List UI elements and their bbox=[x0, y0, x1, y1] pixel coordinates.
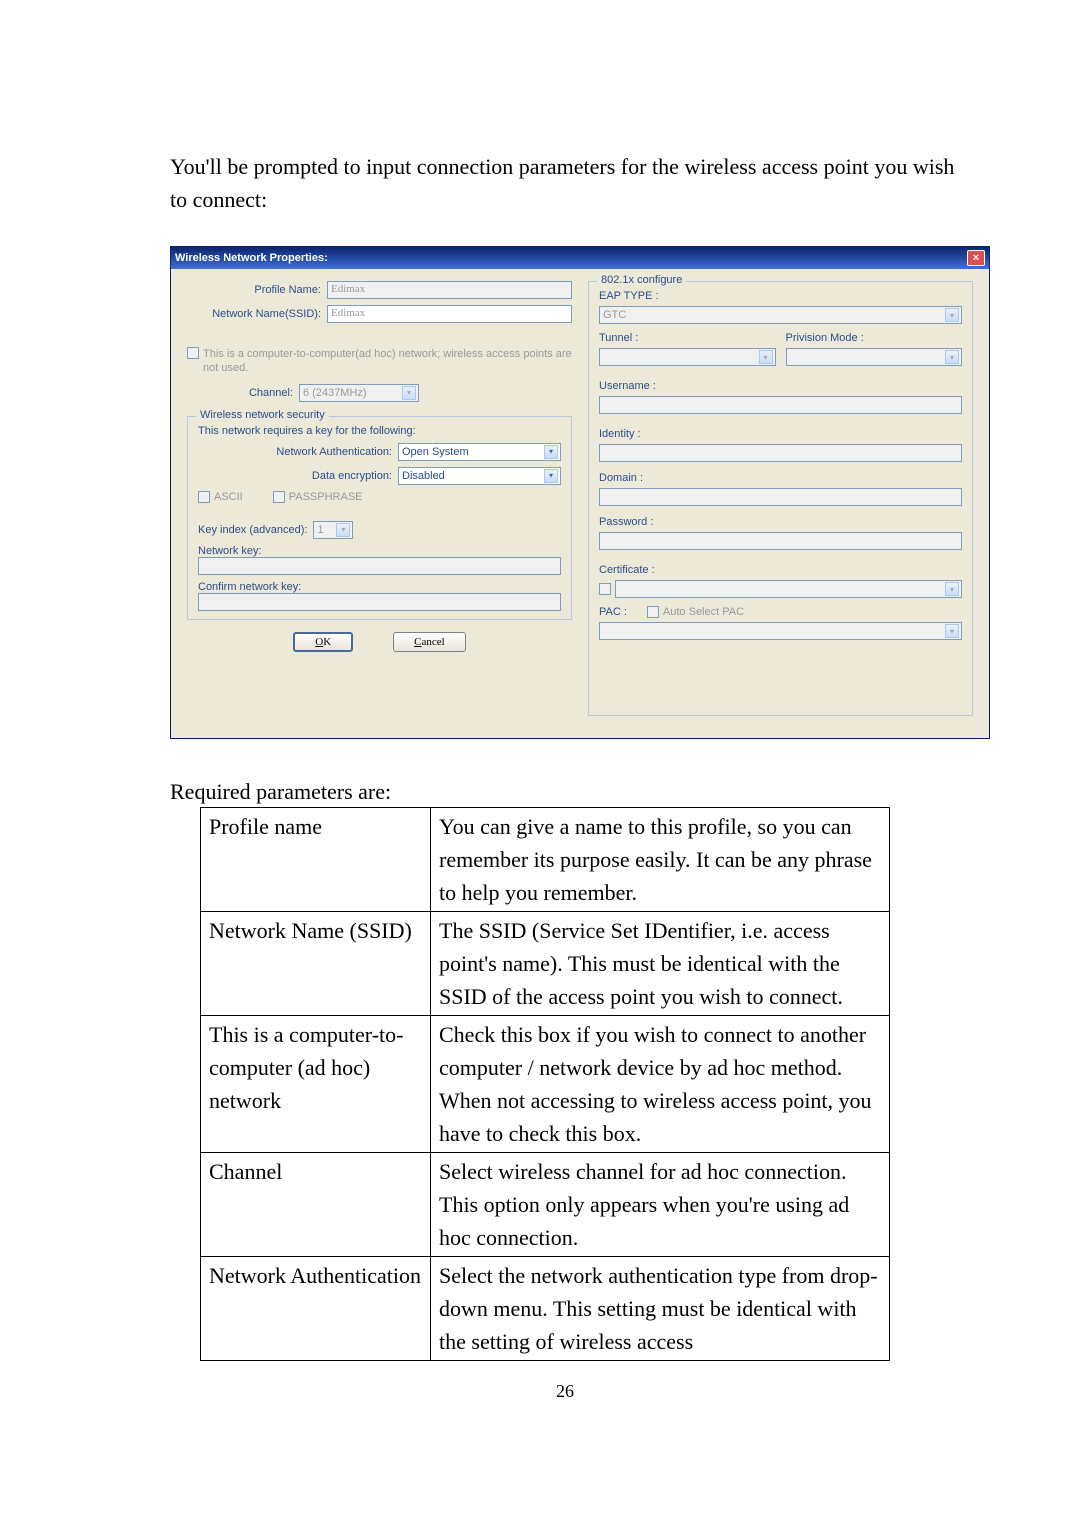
username-input[interactable] bbox=[599, 396, 962, 414]
table-row: This is a computer-to-computer (ad hoc) … bbox=[201, 1016, 890, 1153]
privision-label: Privision Mode : bbox=[786, 332, 963, 344]
ok-button[interactable]: OK bbox=[293, 632, 353, 652]
profile-name-label: Profile Name: bbox=[187, 284, 327, 296]
netauth-label: Network Authentication: bbox=[198, 446, 398, 458]
table-row: Network AuthenticationSelect the network… bbox=[201, 1257, 890, 1361]
chevron-down-icon: ▾ bbox=[544, 469, 558, 483]
adhoc-label: This is a computer-to-computer(ad hoc) n… bbox=[203, 347, 572, 376]
page-number: 26 bbox=[170, 1381, 960, 1402]
cell: Select the network authentication type f… bbox=[431, 1257, 890, 1361]
ascii-checkbox[interactable] bbox=[198, 491, 210, 503]
table-row: Network Name (SSID)The SSID (Service Set… bbox=[201, 912, 890, 1016]
cell: The SSID (Service Set IDentifier, i.e. a… bbox=[431, 912, 890, 1016]
netkey-input[interactable] bbox=[198, 557, 561, 575]
eaptype-value: GTC bbox=[603, 309, 626, 321]
eaptype-select[interactable]: GTC ▾ bbox=[599, 306, 962, 324]
tunnel-select[interactable]: ▾ bbox=[599, 348, 776, 366]
chevron-down-icon: ▾ bbox=[945, 350, 959, 364]
dataenc-value: Disabled bbox=[402, 470, 445, 482]
chevron-down-icon: ▾ bbox=[759, 350, 773, 364]
channel-label: Channel: bbox=[187, 387, 299, 399]
identity-label: Identity : bbox=[599, 428, 962, 440]
cell: Check this box if you wish to connect to… bbox=[431, 1016, 890, 1153]
security-desc: This network requires a key for the foll… bbox=[198, 425, 561, 437]
channel-select[interactable]: 6 (2437MHz) ▾ bbox=[299, 384, 419, 402]
keyindex-select[interactable]: 1 ▾ bbox=[313, 521, 353, 539]
password-label: Password : bbox=[599, 516, 962, 528]
confirmkey-label: Confirm network key: bbox=[198, 581, 561, 593]
cert-label: Certificate : bbox=[599, 564, 962, 576]
identity-input[interactable] bbox=[599, 444, 962, 462]
autopac-label: Auto Select PAC bbox=[663, 606, 744, 618]
chevron-down-icon: ▾ bbox=[544, 445, 558, 459]
adhoc-checkbox[interactable] bbox=[187, 347, 199, 359]
chevron-down-icon: ▾ bbox=[402, 386, 416, 400]
ssid-label: Network Name(SSID): bbox=[187, 308, 327, 320]
privision-select[interactable]: ▾ bbox=[786, 348, 963, 366]
dataenc-select[interactable]: Disabled ▾ bbox=[398, 467, 561, 485]
netkey-label: Network key: bbox=[198, 545, 561, 557]
username-label: Username : bbox=[599, 380, 962, 392]
cell: Channel bbox=[201, 1153, 431, 1257]
security-group-label: Wireless network security bbox=[196, 409, 329, 421]
cell: Network Name (SSID) bbox=[201, 912, 431, 1016]
channel-value: 6 (2437MHz) bbox=[303, 387, 367, 399]
required-heading: Required parameters are: bbox=[170, 779, 960, 805]
titlebar: Wireless Network Properties: × bbox=[171, 247, 989, 269]
ssid-input[interactable]: Edimax bbox=[327, 305, 572, 323]
pac-select[interactable]: ▾ bbox=[599, 622, 962, 640]
cell: Network Authentication bbox=[201, 1257, 431, 1361]
chevron-down-icon: ▾ bbox=[945, 308, 959, 322]
domain-input[interactable] bbox=[599, 488, 962, 506]
wireless-properties-dialog: Wireless Network Properties: × Profile N… bbox=[170, 246, 990, 739]
eaptype-label: EAP TYPE : bbox=[599, 290, 962, 302]
dataenc-label: Data encryption: bbox=[198, 470, 398, 482]
profile-name-input[interactable]: Edimax bbox=[327, 281, 572, 299]
chevron-down-icon: ▾ bbox=[945, 582, 959, 596]
cell: This is a computer-to-computer (ad hoc) … bbox=[201, 1016, 431, 1153]
passphrase-checkbox[interactable] bbox=[273, 491, 285, 503]
chevron-down-icon: ▾ bbox=[336, 523, 350, 537]
cert-checkbox[interactable] bbox=[599, 583, 611, 595]
confirmkey-input[interactable] bbox=[198, 593, 561, 611]
intro-text: You'll be prompted to input connection p… bbox=[170, 150, 960, 216]
netauth-value: Open System bbox=[402, 446, 469, 458]
table-row: ChannelSelect wireless channel for ad ho… bbox=[201, 1153, 890, 1257]
cell: Select wireless channel for ad hoc conne… bbox=[431, 1153, 890, 1257]
keyindex-label: Key index (advanced): bbox=[198, 524, 307, 536]
pac-label: PAC : bbox=[599, 606, 627, 618]
cell: Profile name bbox=[201, 808, 431, 912]
8021x-group-label: 802.1x configure bbox=[597, 274, 686, 286]
params-table: Profile nameYou can give a name to this … bbox=[200, 807, 890, 1361]
cell: You can give a name to this profile, so … bbox=[431, 808, 890, 912]
domain-label: Domain : bbox=[599, 472, 962, 484]
passphrase-label: PASSPHRASE bbox=[289, 491, 363, 503]
close-icon[interactable]: × bbox=[967, 250, 985, 266]
table-row: Profile nameYou can give a name to this … bbox=[201, 808, 890, 912]
netauth-select[interactable]: Open System ▾ bbox=[398, 443, 561, 461]
ascii-label: ASCII bbox=[214, 491, 243, 503]
cert-select[interactable]: ▾ bbox=[615, 580, 962, 598]
autopac-checkbox[interactable] bbox=[647, 606, 659, 618]
keyindex-value: 1 bbox=[317, 524, 323, 536]
password-input[interactable] bbox=[599, 532, 962, 550]
chevron-down-icon: ▾ bbox=[945, 624, 959, 638]
cancel-button[interactable]: Cancel bbox=[393, 632, 466, 652]
tunnel-label: Tunnel : bbox=[599, 332, 776, 344]
title-text: Wireless Network Properties: bbox=[175, 252, 328, 264]
